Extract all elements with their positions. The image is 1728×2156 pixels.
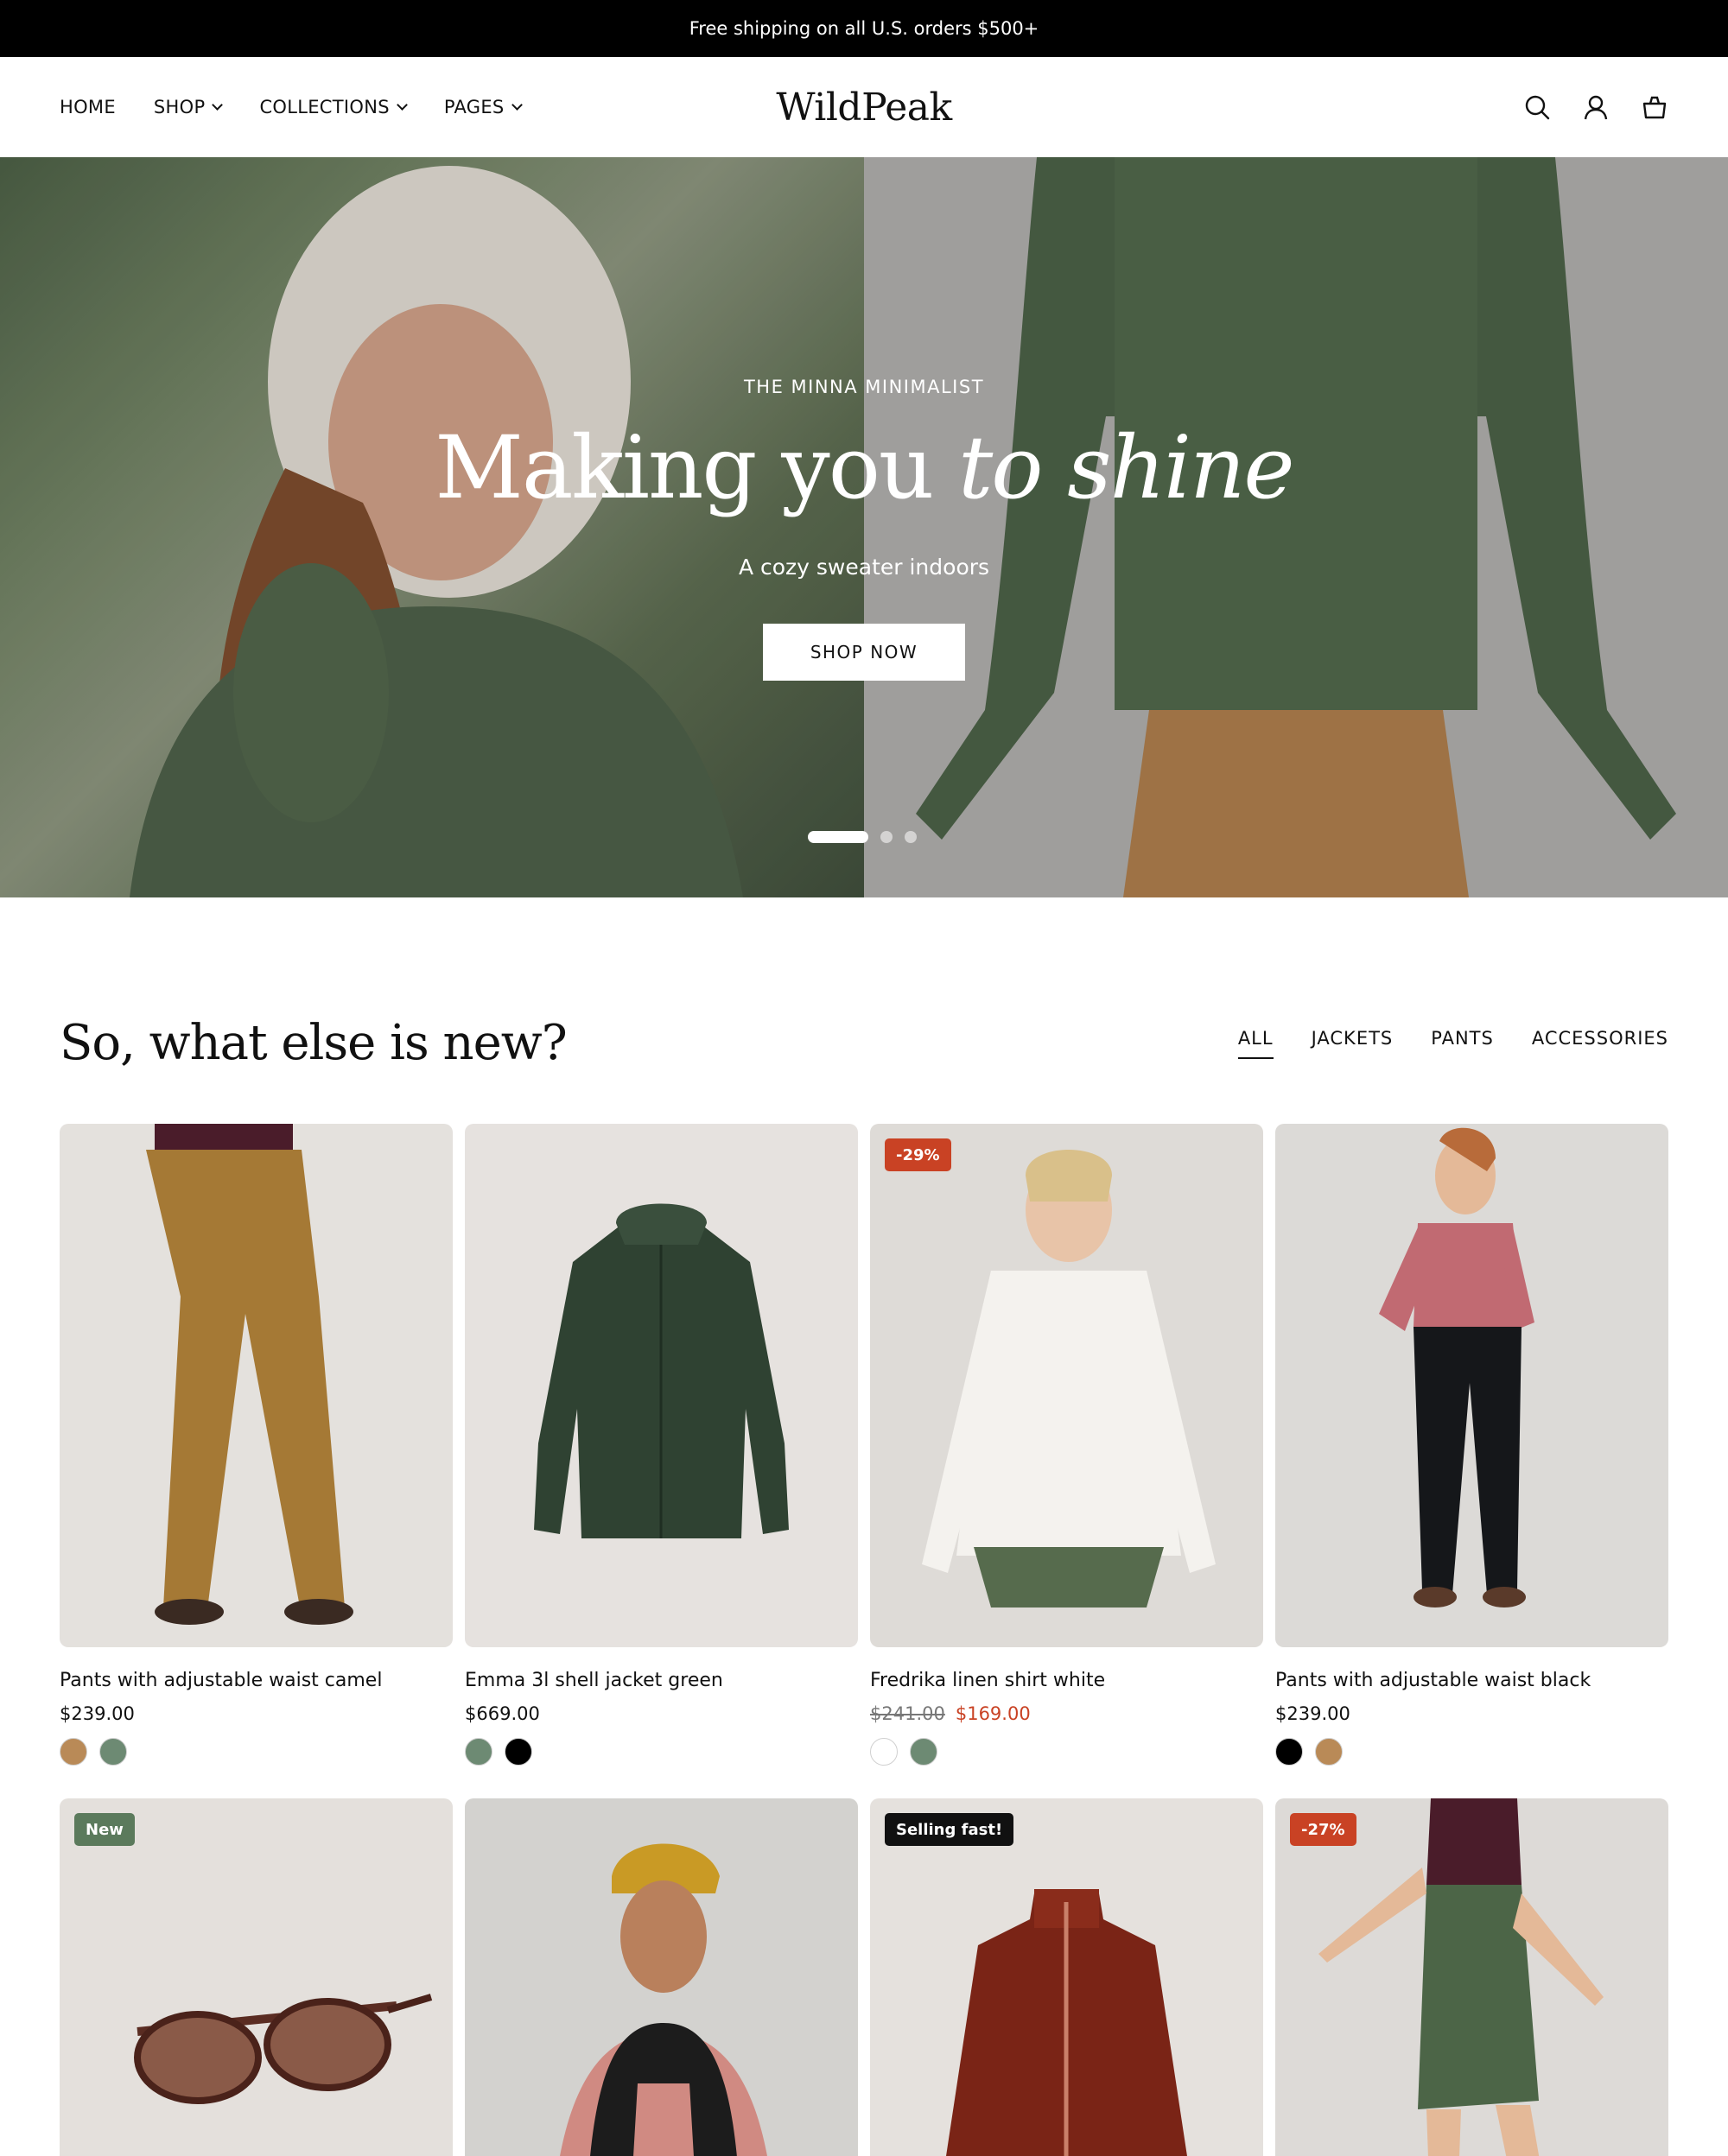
product-card: -29% Fredrika linen shirt white $241.00 $… bbox=[870, 1124, 1263, 1798]
product-card: Pants with adjustable waist black $239.0… bbox=[1275, 1124, 1668, 1798]
slider-dot-2[interactable] bbox=[880, 831, 893, 843]
nav-home-label: HOME bbox=[60, 97, 116, 117]
swatch-white[interactable] bbox=[870, 1738, 898, 1766]
color-swatches bbox=[1275, 1738, 1668, 1798]
site-logo[interactable]: WildPeak bbox=[776, 86, 952, 130]
selling-fast-badge: Selling fast! bbox=[885, 1813, 1014, 1846]
fleece-jacket-illustration bbox=[946, 1889, 1187, 2156]
slider-dot-1[interactable] bbox=[808, 831, 868, 843]
nav-pages[interactable]: PAGES bbox=[443, 97, 523, 117]
product-filters: ALL JACKETS PANTS ACCESSORIES bbox=[1237, 1028, 1668, 1059]
price-value: $239.00 bbox=[60, 1703, 135, 1724]
chevron-down-icon bbox=[511, 99, 523, 111]
color-swatches bbox=[465, 1738, 858, 1798]
sale-badge: -29% bbox=[885, 1138, 951, 1171]
product-name[interactable]: Pants with adjustable waist camel bbox=[60, 1670, 453, 1691]
product-price: $241.00 $169.00 bbox=[870, 1703, 1263, 1724]
swatch-black[interactable] bbox=[1275, 1738, 1303, 1766]
product-image[interactable] bbox=[465, 1798, 858, 2156]
hero-subline: A cozy sweater indoors bbox=[738, 555, 990, 580]
product-name[interactable]: Pants with adjustable waist black bbox=[1275, 1670, 1668, 1691]
product-image[interactable] bbox=[60, 1124, 453, 1647]
nav-home[interactable]: HOME bbox=[60, 97, 116, 117]
camel-pants-illustration bbox=[146, 1124, 353, 1625]
account-icon[interactable] bbox=[1582, 93, 1610, 121]
product-card: New bbox=[60, 1798, 453, 2156]
product-image[interactable]: Selling fast! bbox=[870, 1798, 1263, 2156]
product-name[interactable]: Emma 3l shell jacket green bbox=[465, 1670, 858, 1691]
main-nav: HOME SHOP COLLECTIONS PAGES bbox=[60, 57, 523, 157]
nav-collections-label: COLLECTIONS bbox=[259, 97, 390, 117]
announcement-bar: Free shipping on all U.S. orders $500+ bbox=[0, 0, 1728, 57]
vest-model-illustration bbox=[560, 1843, 767, 2156]
black-pants-illustration bbox=[1379, 1127, 1534, 1607]
hero-eyebrow: THE MINNA MINIMALIST bbox=[743, 377, 985, 397]
product-grid: Pants with adjustable waist camel $239.0… bbox=[60, 1124, 1668, 2156]
hero-headline-main: Making you bbox=[435, 417, 959, 518]
search-icon[interactable] bbox=[1523, 93, 1551, 121]
filter-all[interactable]: ALL bbox=[1237, 1028, 1274, 1059]
nav-shop-label: SHOP bbox=[153, 97, 206, 117]
product-image[interactable]: -27% bbox=[1275, 1798, 1668, 2156]
price-sale: $169.00 bbox=[955, 1703, 1031, 1724]
announcement-text: Free shipping on all U.S. orders $500+ bbox=[689, 18, 1039, 39]
price-value: $239.00 bbox=[1275, 1703, 1350, 1724]
chevron-down-icon bbox=[212, 99, 224, 111]
product-image[interactable]: -29% bbox=[870, 1124, 1263, 1647]
header-icons bbox=[1523, 57, 1668, 157]
hero-banner: THE MINNA MINIMALIST Making you to shine… bbox=[0, 157, 1728, 897]
slider-dot-3[interactable] bbox=[905, 831, 917, 843]
sale-badge: -27% bbox=[1290, 1813, 1356, 1846]
swatch-sage[interactable] bbox=[99, 1738, 127, 1766]
product-price: $239.00 bbox=[1275, 1703, 1668, 1724]
skirt-model-illustration bbox=[1318, 1798, 1604, 2156]
chevron-down-icon bbox=[396, 99, 408, 111]
nav-pages-label: PAGES bbox=[443, 97, 505, 117]
product-price: $239.00 bbox=[60, 1703, 453, 1724]
hero-headline-italic: to shine bbox=[958, 417, 1294, 518]
hero-headline: Making you to shine bbox=[0, 421, 1728, 516]
hero-content: THE MINNA MINIMALIST Making you to shine… bbox=[0, 157, 1728, 897]
linen-shirt-illustration bbox=[922, 1150, 1216, 1607]
product-name[interactable]: Fredrika linen shirt white bbox=[870, 1670, 1263, 1691]
product-card: Selling fast! bbox=[870, 1798, 1263, 2156]
green-jacket-illustration bbox=[534, 1203, 789, 1538]
cart-icon[interactable] bbox=[1641, 93, 1668, 121]
product-price: $669.00 bbox=[465, 1703, 858, 1724]
nav-shop[interactable]: SHOP bbox=[153, 97, 224, 117]
swatch-black[interactable] bbox=[505, 1738, 532, 1766]
price-value: $669.00 bbox=[465, 1703, 540, 1724]
product-image[interactable]: New bbox=[60, 1798, 453, 2156]
filter-pants[interactable]: PANTS bbox=[1431, 1028, 1494, 1059]
nav-collections[interactable]: COLLECTIONS bbox=[259, 97, 408, 117]
product-card: Emma 3l shell jacket green $669.00 bbox=[465, 1124, 858, 1798]
product-image[interactable] bbox=[1275, 1124, 1668, 1647]
product-card bbox=[465, 1798, 858, 2156]
swatch-camel[interactable] bbox=[60, 1738, 87, 1766]
site-header: HOME SHOP COLLECTIONS PAGES WildPeak bbox=[0, 57, 1728, 157]
slider-dots bbox=[808, 831, 917, 843]
sunglasses-illustration bbox=[134, 1994, 433, 2104]
section-title: So, what else is new? bbox=[60, 1015, 568, 1071]
swatch-sage[interactable] bbox=[465, 1738, 492, 1766]
shop-now-button[interactable]: SHOP NOW bbox=[763, 624, 965, 681]
price-original: $241.00 bbox=[870, 1703, 945, 1724]
color-swatches bbox=[870, 1738, 1263, 1798]
swatch-camel[interactable] bbox=[1315, 1738, 1343, 1766]
new-badge: New bbox=[74, 1813, 135, 1846]
product-image[interactable] bbox=[465, 1124, 858, 1647]
swatch-sage[interactable] bbox=[910, 1738, 937, 1766]
filter-accessories[interactable]: ACCESSORIES bbox=[1532, 1028, 1668, 1059]
color-swatches bbox=[60, 1738, 453, 1798]
filter-jackets[interactable]: JACKETS bbox=[1312, 1028, 1394, 1059]
product-card: Pants with adjustable waist camel $239.0… bbox=[60, 1124, 453, 1798]
product-card: -27% bbox=[1275, 1798, 1668, 2156]
